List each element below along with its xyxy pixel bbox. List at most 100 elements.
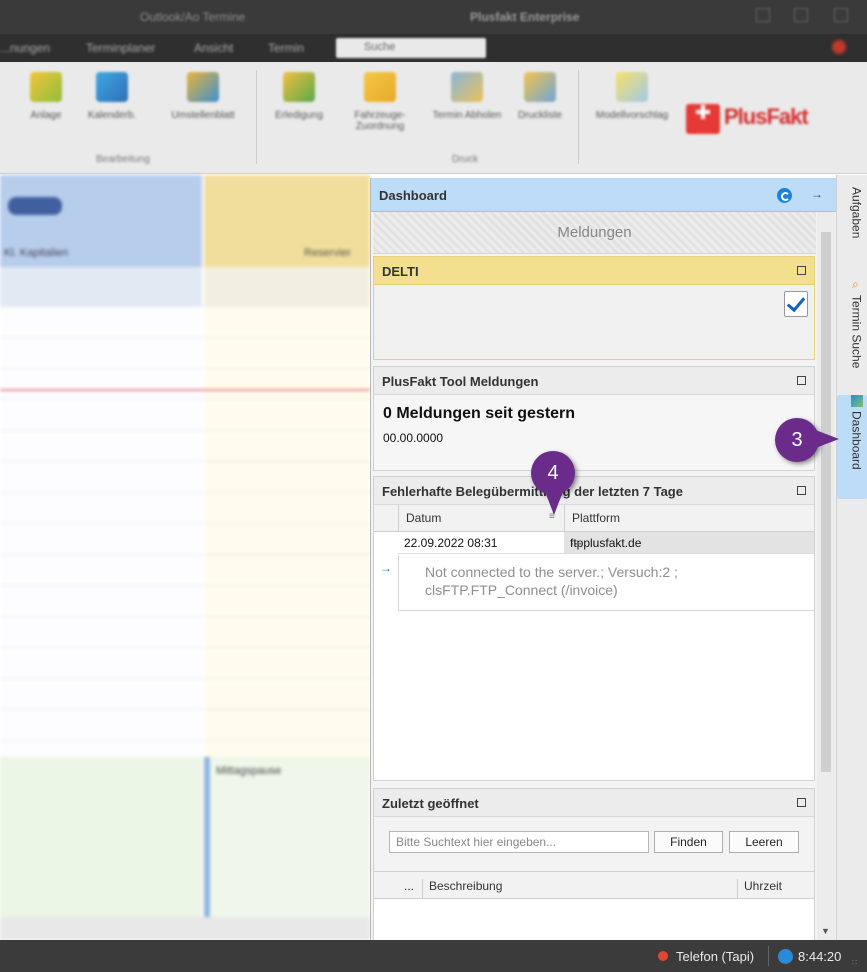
plusfakt-logo: PlusFakt (686, 98, 836, 138)
pin-icon[interactable]: → (811, 187, 823, 201)
zuletzt-body: Bitte Suchtext hier eingeben... Finden L… (374, 817, 814, 941)
maximize-icon[interactable] (797, 376, 806, 385)
dashboard-icon (850, 395, 863, 407)
more-icon[interactable]: ··· (570, 536, 808, 550)
callout-3-label: 3 (791, 429, 803, 451)
ribbon-modell-label: Modellvorschlag (595, 110, 669, 121)
dashboard-title: Dashboard (379, 188, 447, 203)
clear-button[interactable]: Leeren (729, 831, 799, 853)
zuletzt-card-title: Zuletzt geöffnet (382, 796, 479, 811)
tab-aufgaben-label: Aufgaben (849, 187, 864, 239)
menu-search-input[interactable]: Suche (336, 38, 486, 58)
calendar-background: Kl. Kapitalien Reservier Mittagspause (0, 175, 370, 940)
druckliste-icon (524, 72, 556, 102)
dashboard-header: Dashboard → (371, 178, 837, 212)
minimize-button[interactable] (756, 8, 770, 22)
fehler-card: Fehlerhafte Belegübermittlung der letzte… (373, 476, 815, 781)
ribbon-fahrzeuge-label: Fahrzeuge-Zuordnung (354, 110, 406, 132)
delti-card: DELTI (373, 256, 815, 360)
ribbon-anlage-button[interactable]: Anlage (16, 72, 76, 121)
tab-dashboard-label: Dashboard (849, 411, 864, 470)
window-title-left: Outlook/Ao Termine (140, 10, 246, 24)
calendar-column-header: Kl. Kapitalien (0, 175, 202, 267)
calendar-appointment-label: Mittagspause (216, 765, 282, 777)
plusfakt-logo-text: PlusFakt (724, 104, 809, 129)
meldungen-date: 00.00.0000 (383, 431, 444, 445)
fehler-grid: Datum ≡ Plattform 22.09.2022 08:31 ftppl… (374, 505, 814, 780)
tab-dashboard[interactable]: Dashboard (837, 395, 867, 499)
calendar-logo (8, 197, 62, 215)
side-tab-strip: Aufgaben ⌕ Termin Suche Dashboard (836, 175, 867, 940)
erledigung-icon (283, 72, 315, 102)
fehler-card-title: Fehlerhafte Belegübermittlung der letzte… (382, 484, 683, 499)
ribbon-termin-abholen-label: Termin Abholen (432, 110, 502, 121)
tool-card-header: PlusFakt Tool Meldungen (374, 367, 814, 395)
ribbon-kalender-button[interactable]: Kalenderb. (82, 72, 142, 121)
fahrzeuge-icon (364, 72, 396, 102)
scrollbar-thumb[interactable] (821, 232, 831, 772)
zuletzt-card-header: Zuletzt geöffnet (374, 789, 814, 817)
menu-item-terminplaner[interactable]: Terminplaner (86, 41, 155, 55)
maximize-icon[interactable] (797, 266, 806, 275)
row-datum: 22.09.2022 08:31 (404, 536, 498, 550)
phone-status[interactable]: Telefon (Tapi) (676, 949, 754, 964)
tab-aufgaben[interactable]: Aufgaben (837, 187, 867, 267)
zuletzt-rows (374, 899, 814, 941)
status-time: 8:44:20 (798, 949, 842, 964)
ribbon-separator (578, 70, 579, 164)
column-header-plattform[interactable]: Plattform (572, 511, 620, 525)
detail-message-line1: Not connected to the server.; Versuch:2 … (425, 564, 678, 580)
find-button[interactable]: Finden (654, 831, 723, 853)
refresh-icon[interactable] (777, 188, 792, 203)
ribbon-termin-abholen-button[interactable]: Termin Abholen (432, 72, 502, 121)
meldungen-bar[interactable]: Meldungen (373, 212, 816, 254)
resize-grip-icon[interactable]: ∷ (852, 958, 857, 967)
ribbon-druckliste-label: Druckliste (518, 110, 562, 121)
ribbon-kalender-label: Kalenderb. (87, 110, 137, 121)
column-header-beschreibung[interactable]: Beschreibung (429, 879, 502, 893)
search-placeholder: Bitte Suchtext hier eingeben... (396, 835, 557, 849)
scroll-down-icon[interactable]: ▼ (821, 926, 830, 936)
menu-item-nungen[interactable]: ...nungen (0, 41, 50, 55)
menu-item-termin[interactable]: Termin (268, 41, 304, 55)
zuletzt-card: Zuletzt geöffnet Bitte Suchtext hier ein… (373, 788, 815, 941)
column-header-datum[interactable]: Datum (406, 511, 441, 525)
menu-bar: ...nungen Terminplaner Ansicht Termin Su… (0, 34, 867, 62)
meldungen-label: Meldungen (557, 224, 632, 241)
app-close-icon[interactable] (832, 40, 846, 54)
callout-4-label: 4 (547, 462, 559, 484)
search-icon: ⌕ (849, 279, 864, 291)
menu-search-value: Suche (364, 41, 396, 53)
modell-icon (616, 72, 648, 102)
column-header-uhrzeit[interactable]: Uhrzeit (744, 879, 782, 893)
calendar-column-header: Reservier (204, 175, 370, 267)
close-button[interactable] (834, 8, 848, 22)
row-arrow-icon: → (380, 561, 392, 575)
status-separator (768, 946, 769, 966)
ribbon-umstellen-button[interactable]: Umstellenblatt (158, 72, 248, 121)
tab-termin-suche[interactable]: ⌕ Termin Suche (837, 279, 867, 383)
ribbon-umstellen-label: Umstellenblatt (171, 110, 235, 121)
dashboard-scrollbar[interactable]: ▼ (817, 212, 835, 940)
ribbon-erledigung-button[interactable]: Erledigung (264, 72, 334, 121)
row-detail: Not connected to the server.; Versuch:2 … (398, 555, 814, 611)
maximize-icon[interactable] (797, 486, 806, 495)
ribbon-group-bearbeitung: Bearbeitung (96, 154, 150, 165)
maximize-icon[interactable] (797, 798, 806, 807)
title-bar: Outlook/Ao Termine Plusfakt Enterprise (0, 0, 867, 34)
ribbon-separator (256, 70, 257, 164)
search-input[interactable]: Bitte Suchtext hier eingeben... (389, 831, 649, 853)
row-plattform-cell[interactable]: ftpplusfakt.de ··· (564, 532, 814, 553)
delti-card-header: DELTI (374, 257, 814, 285)
ribbon-druckliste-button[interactable]: Druckliste (508, 72, 572, 121)
column-header-options[interactable]: ... (404, 879, 414, 893)
maximize-button[interactable] (794, 8, 808, 22)
table-row[interactable]: 22.09.2022 08:31 ftpplusfakt.de ··· (398, 532, 814, 554)
checkmark-icon[interactable] (784, 291, 808, 317)
ribbon-anlage-label: Anlage (30, 110, 62, 121)
ribbon-fahrzeuge-button[interactable]: Fahrzeuge-Zuordnung (340, 72, 420, 132)
meldungen-count-headline: 0 Meldungen seit gestern (383, 405, 576, 422)
tab-termin-suche-label: Termin Suche (849, 295, 864, 369)
menu-item-ansicht[interactable]: Ansicht (194, 41, 233, 55)
ribbon-modell-button[interactable]: Modellvorschlag (584, 72, 680, 121)
